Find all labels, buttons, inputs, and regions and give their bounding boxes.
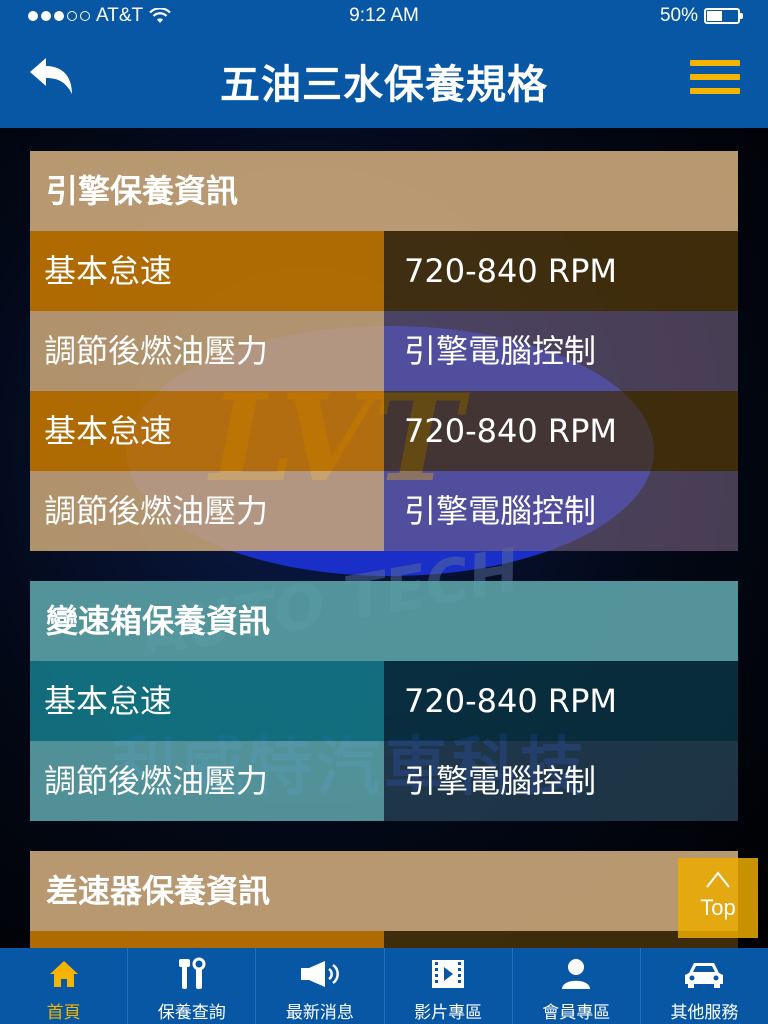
section-title: 引擎保養資訊 xyxy=(30,151,738,231)
row-value: 720-840 RPM xyxy=(384,661,738,741)
tab-label: 最新消息 xyxy=(285,1003,354,1023)
menu-button[interactable] xyxy=(690,60,740,98)
row-value: 720-840 RPM xyxy=(384,391,738,471)
row-value: 720-840 RPM xyxy=(384,231,738,311)
tab-label: 首頁 xyxy=(46,1003,81,1023)
tools-icon xyxy=(178,957,206,989)
table-row: 基本怠速 720-840 RPM xyxy=(30,661,738,741)
row-label: 調節後燃油壓力 xyxy=(30,741,384,821)
differential-section: 差速器保養資訊 xyxy=(30,851,738,948)
tab-label: 保養查詢 xyxy=(157,1003,226,1023)
row-label: 基本怠速 xyxy=(30,391,384,471)
tab-other-services[interactable]: 其他服務 xyxy=(639,948,768,1024)
table-row: 調節後燃油壓力 引擎電腦控制 xyxy=(30,471,738,551)
tab-label: 會員專區 xyxy=(542,1003,611,1023)
home-icon xyxy=(49,961,78,987)
table-row: 基本怠速 720-840 RPM xyxy=(30,231,738,311)
tab-maintenance-search[interactable]: 保養查詢 xyxy=(127,948,255,1024)
row-value: 引擎電腦控制 xyxy=(384,471,738,551)
tab-home[interactable]: 首頁 xyxy=(0,948,127,1024)
video-icon xyxy=(432,960,465,988)
battery-percent: 50% xyxy=(659,5,698,26)
page-title: 五油三水保養規格 xyxy=(220,62,548,108)
hamburger-icon xyxy=(690,60,740,66)
chevron-up-icon xyxy=(678,866,758,896)
row-label: 調節後燃油壓力 xyxy=(30,311,384,391)
top-bar: AT&T 9:12 AM 50% 五油三水保養規格 xyxy=(0,0,768,128)
row-value: 引擎電腦控制 xyxy=(384,311,738,391)
row-label: 基本怠速 xyxy=(30,661,384,741)
status-right: 50% xyxy=(659,5,743,27)
tab-videos[interactable]: 影片專區 xyxy=(383,948,512,1024)
table-row xyxy=(30,931,738,948)
transmission-section: 變速箱保養資訊 基本怠速 720-840 RPM 調節後燃油壓力 引擎電腦控制 xyxy=(30,581,738,821)
status-bar: AT&T 9:12 AM 50% xyxy=(0,0,768,32)
tab-news[interactable]: 最新消息 xyxy=(255,948,383,1024)
car-icon xyxy=(685,963,724,988)
engine-section: 引擎保養資訊 基本怠速 720-840 RPM 調節後燃油壓力 引擎電腦控制 基… xyxy=(30,151,738,551)
table-row: 基本怠速 720-840 RPM xyxy=(30,391,738,471)
row-label xyxy=(30,931,384,948)
status-time: 9:12 AM xyxy=(349,5,419,26)
row-label: 基本怠速 xyxy=(30,231,384,311)
row-label: 調節後燃油壓力 xyxy=(30,471,384,551)
table-row: 調節後燃油壓力 引擎電腦控制 xyxy=(30,741,738,821)
tab-label: 影片專區 xyxy=(414,1003,483,1023)
megaphone-icon xyxy=(300,961,339,987)
bottom-tab-bar: 首頁 保養查詢 最新消息 影片專區 會員專區 其他服務 xyxy=(0,948,768,1024)
row-value: 引擎電腦控制 xyxy=(384,741,738,821)
tab-members[interactable]: 會員專區 xyxy=(511,948,640,1024)
person-icon xyxy=(562,959,591,989)
table-row: 調節後燃油壓力 引擎電腦控制 xyxy=(30,311,738,391)
battery-icon xyxy=(704,8,743,24)
section-title: 差速器保養資訊 xyxy=(30,851,738,931)
scroll-top-label: Top xyxy=(700,895,736,920)
scroll-top-button[interactable]: Top xyxy=(678,858,758,938)
section-title: 變速箱保養資訊 xyxy=(30,581,738,661)
tab-label: 其他服務 xyxy=(670,1003,739,1023)
